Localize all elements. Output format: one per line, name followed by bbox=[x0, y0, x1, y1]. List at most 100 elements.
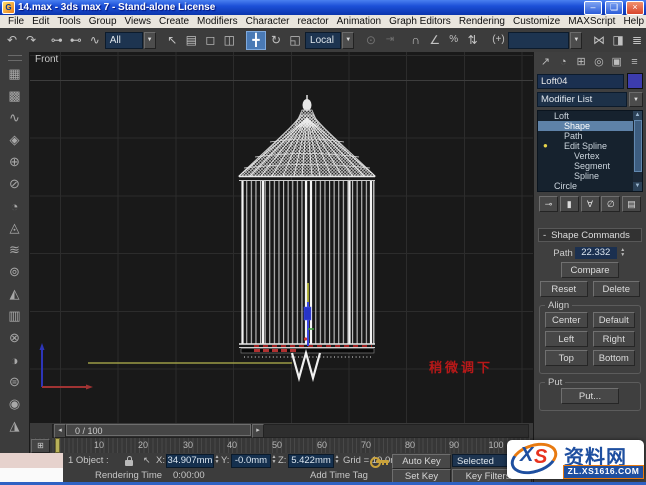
window-crossing-icon[interactable]: ◫ bbox=[220, 31, 238, 50]
path-value-field[interactable]: 22.332 bbox=[574, 247, 617, 259]
left-tool-icon-8[interactable]: ◬ bbox=[5, 217, 25, 239]
left-tool-icon-11[interactable]: ◭ bbox=[5, 283, 25, 305]
menu-views[interactable]: Views bbox=[121, 16, 156, 27]
menu-file[interactable]: File bbox=[4, 16, 28, 27]
align-icon[interactable]: ◨ bbox=[609, 31, 627, 50]
menu-edit[interactable]: Edit bbox=[28, 16, 53, 27]
left-tool-icon-17[interactable]: ◮ bbox=[5, 415, 25, 437]
left-tool-icon-5[interactable]: ⊕ bbox=[5, 151, 25, 173]
left-tool-icon-12[interactable]: ▥ bbox=[5, 305, 25, 327]
x-coordinate-field[interactable]: 34.907mm bbox=[166, 454, 214, 468]
offset-snap-icon[interactable]: ⇥ bbox=[381, 31, 399, 50]
motion-tab-icon[interactable]: ◎ bbox=[591, 55, 606, 69]
menu-help[interactable]: Help bbox=[619, 16, 646, 27]
previous-frame-icon[interactable]: ◂ bbox=[54, 424, 66, 438]
menu-character[interactable]: Character bbox=[242, 16, 294, 27]
left-tool-icon-9[interactable]: ≋ bbox=[5, 239, 25, 261]
modifier-list-arrow-icon[interactable]: ▼ bbox=[629, 92, 643, 107]
snaps-toggle-icon[interactable]: ∩ bbox=[407, 31, 425, 50]
select-object-icon[interactable]: ↖ bbox=[163, 31, 181, 50]
macro-recorder-pane[interactable] bbox=[0, 453, 63, 469]
create-tab-icon[interactable]: ↗ bbox=[538, 55, 553, 69]
use-center-icon[interactable]: ⊙ bbox=[362, 31, 380, 50]
path-spinner[interactable]: ▲ ▼ bbox=[619, 248, 627, 258]
auto-key-button[interactable]: Auto Key bbox=[392, 454, 451, 469]
align-right-button[interactable]: Right bbox=[592, 331, 635, 347]
reference-coordinate-arrow-icon[interactable]: ▼ bbox=[342, 31, 355, 49]
menu-rendering[interactable]: Rendering bbox=[455, 16, 509, 27]
z-coordinate-field[interactable]: 5.422mm bbox=[288, 454, 334, 468]
left-tool-icon-1[interactable]: ▦ bbox=[5, 63, 25, 85]
left-tool-icon-6[interactable]: ⊘ bbox=[5, 173, 25, 195]
keyboard-override-icon[interactable]: (+) bbox=[489, 31, 507, 50]
front-viewport[interactable]: Front 稍微调下 bbox=[30, 52, 533, 423]
menu-reactor[interactable]: reactor bbox=[294, 16, 333, 27]
stack-item-circle[interactable]: Circle bbox=[538, 181, 642, 191]
select-by-name-icon[interactable]: ▤ bbox=[182, 31, 200, 50]
stack-item-spline[interactable]: Spline bbox=[538, 171, 642, 181]
move-tool-icon[interactable]: ╋ bbox=[246, 30, 267, 50]
maxscript-mini-listener[interactable] bbox=[0, 453, 64, 483]
viewport-label[interactable]: Front bbox=[35, 54, 58, 65]
left-tool-icon-15[interactable]: ⊜ bbox=[5, 371, 25, 393]
left-tool-icon-14[interactable]: ◑ bbox=[5, 349, 25, 371]
bind-spacewarp-icon[interactable]: ∿ bbox=[86, 31, 104, 50]
modify-tab-icon[interactable]: ◔ bbox=[556, 55, 571, 69]
compare-button[interactable]: Compare bbox=[561, 262, 619, 278]
selection-filter-dropdown[interactable]: All bbox=[104, 31, 143, 49]
menu-graph-editors[interactable]: Graph Editors bbox=[385, 16, 455, 27]
show-end-result-icon[interactable]: ▮ bbox=[559, 196, 579, 212]
menu-tools[interactable]: Tools bbox=[53, 16, 84, 27]
align-center-button[interactable]: Center bbox=[545, 312, 588, 328]
align-left-button[interactable]: Left bbox=[545, 331, 588, 347]
stack-item-vertex[interactable]: Vertex bbox=[538, 151, 642, 161]
stack-scrollbar[interactable]: ▲ ▼ bbox=[633, 111, 642, 191]
selection-region-icon[interactable]: ◻ bbox=[201, 31, 219, 50]
y-coordinate-field[interactable]: -0.0mm bbox=[231, 454, 271, 468]
make-unique-icon[interactable]: ∀ bbox=[580, 196, 600, 212]
angle-snap-icon[interactable]: ∠ bbox=[426, 31, 444, 50]
menu-modifiers[interactable]: Modifiers bbox=[193, 16, 242, 27]
selection-lock-icon[interactable] bbox=[125, 456, 133, 466]
spin-down-icon[interactable]: ▼ bbox=[619, 253, 627, 258]
time-slider-handle[interactable]: 0 / 100 bbox=[66, 424, 251, 436]
curve-editor-icon[interactable]: ≣ bbox=[628, 31, 646, 50]
stack-item-segment[interactable]: Segment bbox=[538, 161, 642, 171]
close-button[interactable]: × bbox=[626, 0, 644, 15]
align-bottom-button[interactable]: Bottom bbox=[592, 350, 635, 366]
reset-button[interactable]: Reset bbox=[540, 281, 588, 297]
named-selection-sets-arrow-icon[interactable]: ▼ bbox=[570, 31, 583, 49]
x-spinner[interactable]: ▲ ▼ bbox=[213, 455, 221, 465]
utilities-tab-icon[interactable]: ≡ bbox=[627, 55, 642, 69]
z-spinner[interactable]: ▲ ▼ bbox=[333, 455, 341, 465]
redo-icon[interactable]: ↷ bbox=[22, 31, 40, 50]
align-default-button[interactable]: Default bbox=[592, 312, 635, 328]
put-button[interactable]: Put... bbox=[561, 388, 619, 404]
minimize-button[interactable]: – bbox=[584, 0, 602, 15]
rotate-tool-icon[interactable]: ↻ bbox=[267, 31, 285, 50]
add-time-tag[interactable]: Add Time Tag bbox=[310, 470, 368, 481]
left-tool-icon-4[interactable]: ◈ bbox=[5, 129, 25, 151]
reference-coordinate-dropdown[interactable]: Local bbox=[305, 31, 342, 49]
left-tool-icon-16[interactable]: ◉ bbox=[5, 393, 25, 415]
select-link-icon[interactable]: ⊶ bbox=[48, 31, 66, 50]
scrollbar-thumb[interactable] bbox=[634, 120, 642, 172]
stack-item-edit-spline[interactable]: ● Edit Spline bbox=[538, 141, 642, 151]
menu-create[interactable]: Create bbox=[155, 16, 193, 27]
trackbar-mode-icon[interactable]: ⊞ bbox=[31, 439, 50, 453]
stack-item-shape[interactable]: Shape bbox=[538, 121, 642, 131]
menu-animation[interactable]: Animation bbox=[333, 16, 385, 27]
left-tool-icon-7[interactable]: ◔ bbox=[5, 195, 25, 217]
object-color-swatch[interactable] bbox=[627, 73, 643, 89]
stack-item-loft[interactable]: Loft bbox=[538, 111, 642, 121]
pin-stack-icon[interactable]: ⊸ bbox=[539, 196, 558, 212]
rollout-header[interactable]: - Shape Commands bbox=[538, 228, 642, 242]
time-slider[interactable]: ◂ 0 / 100 ▸ bbox=[30, 423, 533, 439]
remove-modifier-icon[interactable]: ∅ bbox=[601, 196, 621, 212]
set-keys-key-icon[interactable] bbox=[370, 457, 389, 468]
delete-button[interactable]: Delete bbox=[592, 281, 640, 297]
left-tool-icon-3[interactable]: ∿ bbox=[5, 107, 25, 129]
left-tool-icon-13[interactable]: ⊗ bbox=[5, 327, 25, 349]
modifier-list-dropdown[interactable]: Modifier List bbox=[537, 92, 627, 107]
modifier-enabled-bulb-icon[interactable]: ● bbox=[543, 141, 548, 151]
